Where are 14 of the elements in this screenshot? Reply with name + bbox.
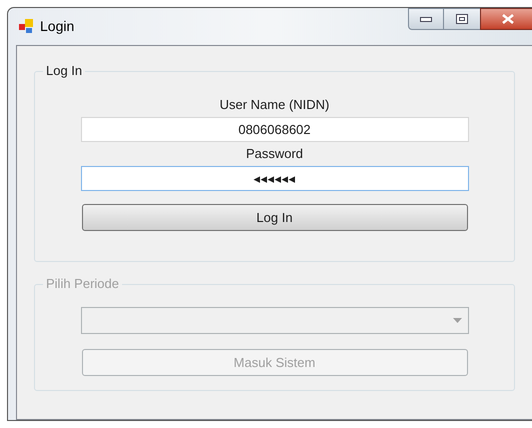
window-title: Login	[40, 16, 74, 36]
minimize-icon	[420, 16, 432, 22]
maximize-button[interactable]	[444, 8, 480, 30]
close-button[interactable]	[480, 8, 532, 30]
field-label: Password	[246, 146, 304, 162]
maximize-icon	[456, 14, 468, 24]
close-icon	[502, 14, 514, 24]
text-field[interactable]: ◂◂◂◂◂◂	[80, 166, 468, 191]
app-icon	[18, 18, 34, 34]
login-button[interactable]: Log In	[82, 204, 468, 231]
dropdown-arrow-icon	[452, 318, 462, 323]
minimize-button[interactable]	[408, 8, 444, 30]
text-field[interactable]: 0806068602	[80, 116, 468, 142]
field-label: User Name (NIDN)	[220, 96, 330, 113]
